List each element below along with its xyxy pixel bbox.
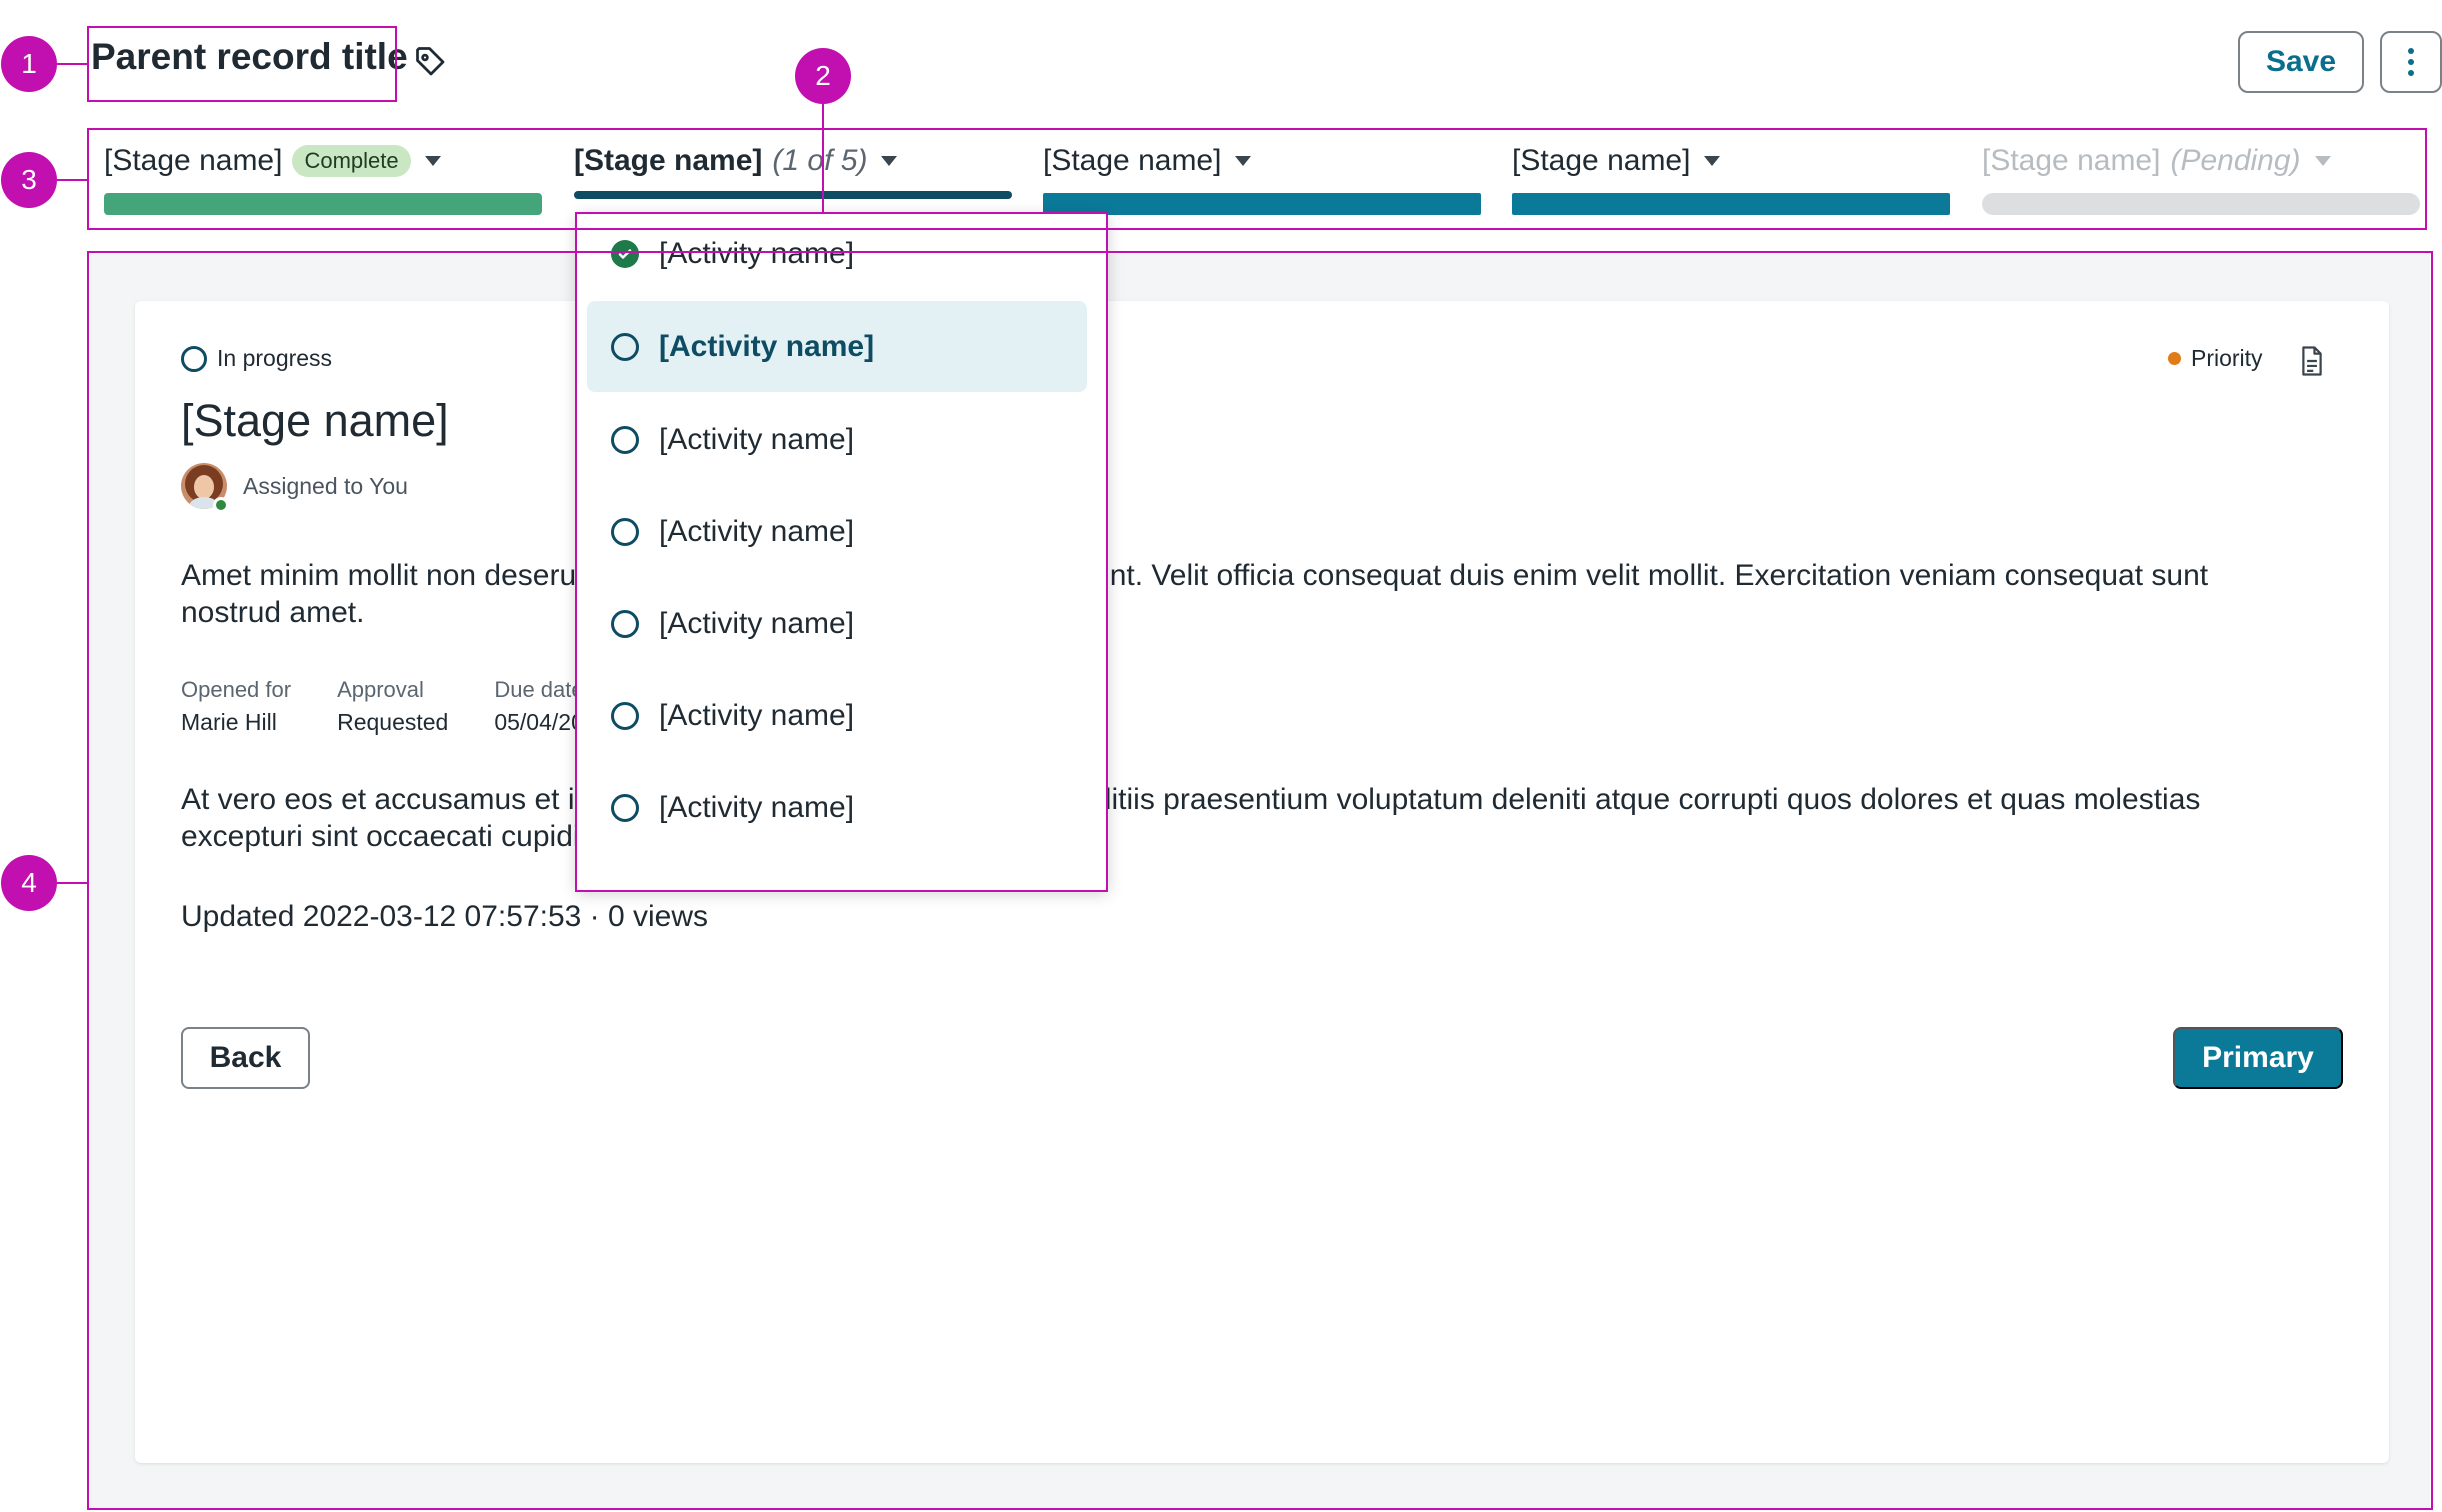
more-dot [2408, 70, 2414, 76]
annotation-marker-3: 3 [1, 152, 57, 208]
annotation-box-3 [87, 128, 2427, 230]
annotation-marker-4: 4 [1, 855, 57, 911]
annotation-leader [822, 104, 824, 212]
annotation-box-4 [87, 251, 2433, 1510]
annotation-box-1 [87, 26, 397, 102]
annotation-marker-2: 2 [795, 48, 851, 104]
more-dot [2408, 59, 2414, 65]
annotation-leader [57, 882, 87, 884]
more-options-button[interactable] [2380, 31, 2442, 93]
annotation-leader [57, 179, 87, 181]
more-vertical-icon [2408, 48, 2414, 54]
save-button[interactable]: Save [2238, 31, 2364, 93]
annotation-leader [57, 63, 87, 65]
annotation-marker-1: 1 [1, 36, 57, 92]
tag-icon[interactable] [413, 44, 449, 80]
